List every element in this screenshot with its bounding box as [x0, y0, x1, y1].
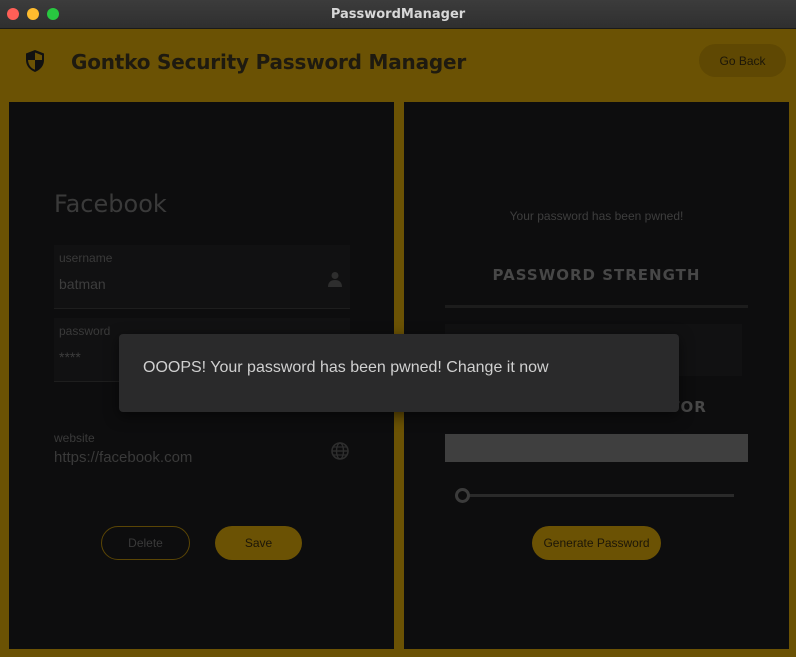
globe-icon [331, 442, 349, 460]
website-value: https://facebook.com [54, 449, 193, 466]
website-field[interactable]: website https://facebook.com [54, 427, 350, 469]
window-title: PasswordManager [330, 7, 466, 22]
shield-icon [26, 50, 44, 72]
entry-title: Facebook [54, 190, 167, 218]
website-label: website [54, 431, 95, 445]
username-value: batman [59, 276, 106, 292]
pwned-status-text: Your password has been pwned! [509, 209, 684, 223]
password-value: **** [59, 349, 81, 365]
go-back-button[interactable]: Go Back [699, 44, 786, 77]
user-icon [328, 272, 342, 287]
toast-message: OOOPS! Your password has been pwned! Cha… [143, 359, 549, 376]
password-label: password [59, 324, 111, 338]
app-root: Gontko Security Password Manager Go Back… [0, 29, 796, 657]
generated-password-input[interactable] [445, 434, 748, 462]
delete-button[interactable]: Delete [101, 526, 190, 560]
window-titlebar: PasswordManager [0, 0, 796, 29]
length-slider-handle[interactable] [455, 488, 470, 503]
app-header: Gontko Security Password Manager Go Back [0, 29, 796, 93]
password-strength-bar [445, 305, 748, 308]
username-field[interactable]: username batman [54, 245, 350, 309]
pwned-toast: OOOPS! Your password has been pwned! Cha… [119, 334, 679, 412]
length-slider-track[interactable] [462, 494, 734, 497]
password-strength-title: PASSWORD STRENGTH [492, 266, 701, 284]
app-title: Gontko Security Password Manager [71, 50, 467, 74]
save-button[interactable]: Save [215, 526, 302, 560]
generate-password-button[interactable]: Generate Password [532, 526, 661, 560]
username-label: username [59, 251, 113, 265]
